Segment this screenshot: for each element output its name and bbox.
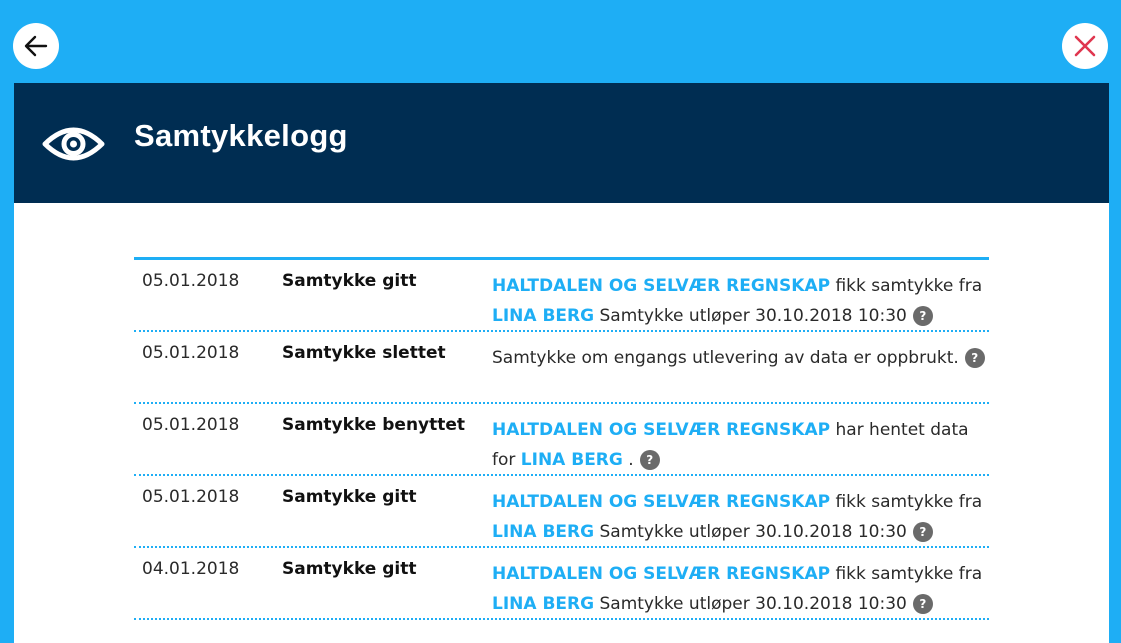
description-text: fikk samtykke fra: [830, 276, 983, 296]
table-row: 04.01.2018 Samtykke gitt HALTDALEN OG SELV…: [134, 548, 989, 620]
entity-link[interactable]: LINA BERG: [492, 594, 594, 614]
table-row: 05.01.2018 Samtykke benyttet HALTDALEN OG …: [134, 404, 989, 476]
log-date: 05.01.2018: [142, 487, 240, 507]
log-event-type: Samtykke slettet: [282, 343, 446, 363]
entity-link[interactable]: LINA BERG: [492, 522, 594, 542]
help-icon[interactable]: ?: [639, 450, 660, 470]
eye-icon: [42, 127, 105, 161]
log-date: 05.01.2018: [142, 415, 240, 435]
page-title: Samtykkelogg: [134, 118, 348, 153]
description-text: fikk samtykke fra: [830, 564, 983, 584]
help-icon[interactable]: ?: [912, 522, 933, 542]
log-date: 05.01.2018: [142, 343, 240, 363]
log-date: 04.01.2018: [142, 559, 240, 579]
entity-link[interactable]: LINA BERG: [521, 450, 623, 470]
log-description: HALTDALEN OG SELVÆR REGNSKAP fikk samtyk…: [492, 487, 987, 547]
table-row: 05.01.2018 Samtykke slettet Samtykke om en…: [134, 332, 989, 404]
consent-log-panel: Samtykkelogg 05.01.2018 Samtykke gitt HALT…: [14, 83, 1109, 643]
description-text: Samtykke utløper 30.10.2018 10:30: [594, 594, 907, 614]
description-text: fikk samtykke fra: [830, 492, 983, 512]
description-text: .: [622, 450, 634, 470]
arrow-left-icon: [24, 35, 48, 57]
entity-link[interactable]: HALTDALEN OG SELVÆR REGNSKAP: [492, 276, 830, 296]
consent-log-table: 05.01.2018 Samtykke gitt HALTDALEN OG SELV…: [134, 257, 989, 620]
entity-link[interactable]: HALTDALEN OG SELVÆR REGNSKAP: [492, 564, 830, 584]
log-description: HALTDALEN OG SELVÆR REGNSKAP fikk samtyk…: [492, 271, 987, 331]
entity-link[interactable]: LINA BERG: [492, 306, 594, 326]
log-event-type: Samtykke benyttet: [282, 415, 466, 435]
entity-link[interactable]: HALTDALEN OG SELVÆR REGNSKAP: [492, 492, 830, 512]
log-description: Samtykke om engangs utlevering av data e…: [492, 343, 987, 373]
help-icon[interactable]: ?: [964, 348, 985, 368]
entity-link[interactable]: HALTDALEN OG SELVÆR REGNSKAP: [492, 420, 830, 440]
panel-header: Samtykkelogg: [14, 83, 1109, 203]
log-event-type: Samtykke gitt: [282, 487, 417, 507]
log-description: HALTDALEN OG SELVÆR REGNSKAP fikk samtyk…: [492, 559, 987, 619]
log-event-type: Samtykke gitt: [282, 271, 417, 291]
close-x-icon: [1074, 35, 1096, 57]
help-icon[interactable]: ?: [912, 594, 933, 614]
table-row: 05.01.2018 Samtykke gitt HALTDALEN OG SELV…: [134, 476, 989, 548]
description-text: Samtykke utløper 30.10.2018 10:30: [594, 306, 907, 326]
log-description: HALTDALEN OG SELVÆR REGNSKAP har hentet …: [492, 415, 987, 475]
description-text: Samtykke utløper 30.10.2018 10:30: [594, 522, 907, 542]
table-row: 05.01.2018 Samtykke gitt HALTDALEN OG SELV…: [134, 260, 989, 332]
description-text: Samtykke om engangs utlevering av data e…: [492, 348, 959, 368]
back-button[interactable]: [13, 23, 59, 69]
log-date: 05.01.2018: [142, 271, 240, 291]
close-button[interactable]: [1062, 23, 1108, 69]
log-event-type: Samtykke gitt: [282, 559, 417, 579]
help-icon[interactable]: ?: [912, 306, 933, 326]
